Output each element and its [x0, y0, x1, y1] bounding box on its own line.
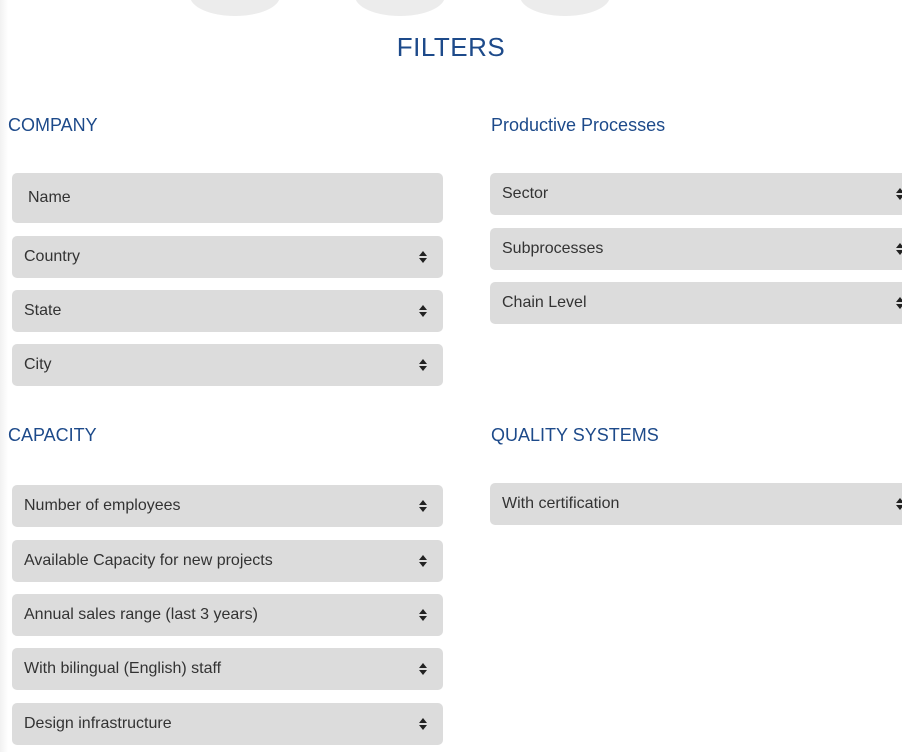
city-select[interactable]: City — [12, 344, 443, 386]
design-infrastructure-select[interactable]: Design infrastructure — [12, 703, 443, 745]
country-select[interactable]: Country — [12, 236, 443, 278]
annual-sales-label: Annual sales range (last 3 years) — [24, 606, 258, 623]
top-decoration — [0, 0, 902, 16]
company-name-input[interactable]: Name — [12, 173, 443, 223]
number-of-employees-select[interactable]: Number of employees — [12, 485, 443, 527]
chain-level-select[interactable]: Chain Level — [490, 282, 902, 324]
available-capacity-select[interactable]: Available Capacity for new projects — [12, 540, 443, 582]
bilingual-staff-label: With bilingual (English) staff — [24, 660, 222, 677]
number-of-employees-label: Number of employees — [24, 497, 181, 514]
company-section-title: COMPANY — [8, 115, 98, 135]
sector-select[interactable]: Sector — [490, 173, 902, 215]
sort-arrows-icon — [417, 305, 429, 317]
sector-select-label: Sector — [502, 185, 549, 202]
available-capacity-label: Available Capacity for new projects — [24, 552, 273, 569]
sort-arrows-icon — [894, 297, 902, 309]
country-select-label: Country — [24, 248, 81, 265]
quality-systems-section-title: QUALITY SYSTEMS — [491, 425, 659, 445]
design-infrastructure-label: Design infrastructure — [24, 715, 172, 732]
sort-arrows-icon — [417, 663, 429, 675]
capacity-section-title: CAPACITY — [8, 425, 97, 445]
left-edge-shadow — [0, 0, 8, 752]
with-certification-label: With certification — [502, 495, 620, 512]
state-select[interactable]: State — [12, 290, 443, 332]
with-certification-select[interactable]: With certification — [490, 483, 902, 525]
page-title: FILTERS — [396, 32, 506, 62]
sort-arrows-icon — [417, 718, 429, 730]
chain-level-select-label: Chain Level — [502, 294, 587, 311]
company-name-placeholder: Name — [28, 189, 71, 206]
sort-arrows-icon — [417, 500, 429, 512]
subprocesses-select[interactable]: Subprocesses — [490, 228, 902, 270]
sort-arrows-icon — [894, 243, 902, 255]
bilingual-staff-select[interactable]: With bilingual (English) staff — [12, 648, 443, 690]
sort-arrows-icon — [417, 609, 429, 621]
productive-processes-section-title: Productive Processes — [491, 115, 666, 135]
sort-arrows-icon — [417, 555, 429, 567]
sort-arrows-icon — [894, 188, 902, 200]
sort-arrows-icon — [894, 498, 902, 510]
subprocesses-select-label: Subprocesses — [502, 240, 604, 257]
sort-arrows-icon — [417, 251, 429, 263]
sort-arrows-icon — [417, 359, 429, 371]
state-select-label: State — [24, 302, 62, 319]
annual-sales-select[interactable]: Annual sales range (last 3 years) — [12, 594, 443, 636]
city-select-label: City — [24, 356, 52, 373]
